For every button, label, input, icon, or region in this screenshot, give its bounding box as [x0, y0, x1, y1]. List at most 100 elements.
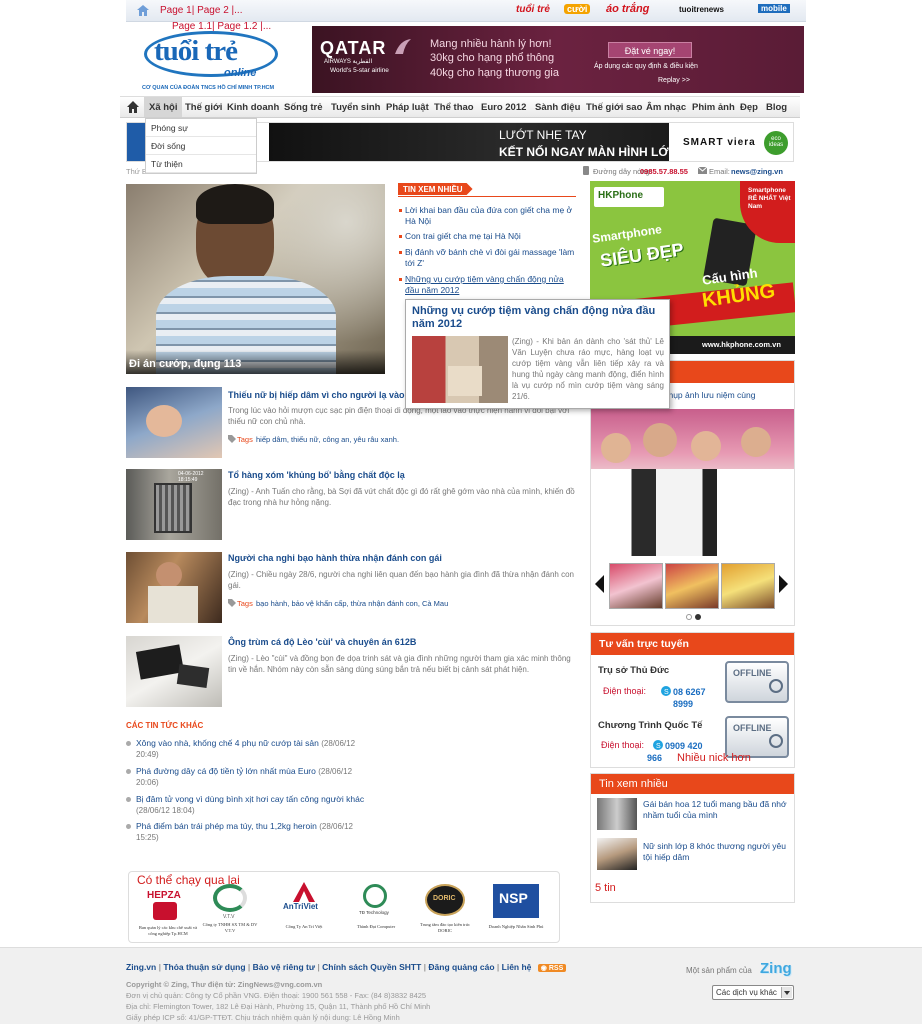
gallery-dot[interactable] — [686, 614, 692, 620]
most-read-item[interactable]: Con trai giết cha mẹ tại Hà Nội — [405, 231, 575, 242]
sponsor-caption: Doanh Nghiệp Nhân Sinh Phú — [488, 924, 544, 929]
gallery-thumb[interactable] — [609, 563, 663, 609]
page-links[interactable]: Page 1| Page 2 |... — [160, 5, 242, 16]
article-title[interactable]: Tổ hàng xóm 'khủng bố' bằng chất độc lạ — [228, 470, 578, 480]
footer-link-privacy[interactable]: Bảo vệ riêng tư — [253, 962, 315, 972]
article-summary: (Zing) - Anh Tuấn cho rằng, bà Sợi đã vứ… — [228, 487, 575, 507]
home-icon[interactable] — [126, 100, 140, 114]
other-news-item[interactable]: Phá đường dây cá độ tiền tỷ lớn nhất mùa… — [136, 766, 376, 788]
other-news-title[interactable]: Phá đường dây cá độ tiền tỷ lớn nhất mùa… — [136, 766, 316, 776]
footer-link-advertise[interactable]: Đăng quảng cáo — [428, 962, 494, 972]
article-thumb[interactable] — [126, 387, 222, 458]
gallery-thumb[interactable] — [665, 563, 719, 609]
gallery-prev-icon[interactable] — [595, 575, 604, 593]
headline-photo[interactable]: Đi án cướp, đụng 113 — [126, 184, 385, 374]
article-title[interactable]: Ông trùm cá độ Lèo 'cùi' và chuyên án 61… — [228, 637, 578, 647]
other-news-item[interactable]: Xông vào nhà, khống chế 4 phụ nữ cướp tà… — [136, 738, 376, 760]
nav-item-the-thao[interactable]: Thể thao — [434, 102, 474, 113]
nav-item-the-gioi[interactable]: Thế giới — [185, 102, 222, 113]
nav-item-phap-luat[interactable]: Pháp luật — [386, 102, 429, 113]
most-read-thumb[interactable] — [597, 838, 637, 870]
most-read-right-item[interactable]: Gái bán hoa 12 tuổi mang bầu đã nhớ nhầm… — [643, 799, 791, 821]
offline-status-badge[interactable]: OFFLINE — [725, 661, 789, 703]
gallery-thumb[interactable] — [721, 563, 775, 609]
office-1: Trụ sở Thủ Đức — [598, 665, 670, 676]
sponsor-logo[interactable]: AnTriViet Công Ty An Trí Việt — [275, 880, 333, 942]
sponsor-logo[interactable]: V.T.V Công ty TNHH SX TM & DV V.T.V — [201, 880, 259, 942]
gallery-dot[interactable] — [695, 614, 701, 620]
partner-logo[interactable]: cười — [564, 4, 591, 14]
tooltip-thumb — [412, 336, 508, 403]
nav-item-sanh-dieu[interactable]: Sành điệu — [535, 102, 580, 113]
partner-logo[interactable]: tuoitrenews — [679, 5, 724, 14]
sponsor-logo[interactable]: HEPZA Ban quản lý các khu chế xuất và cô… — [137, 888, 197, 942]
phone-1[interactable]: 08 6267 8999 — [673, 686, 721, 710]
zing-logo[interactable]: Zing — [760, 960, 792, 977]
dropdown-item-doi-song[interactable]: Đời sống — [146, 137, 256, 155]
nav-item-kinh-doanh[interactable]: Kinh doanh — [227, 102, 279, 113]
headline-caption[interactable]: Đi án cướp, đụng 113 — [129, 358, 241, 370]
most-read-thumb[interactable] — [597, 798, 637, 830]
partner-logo[interactable]: tuổi trẻ — [516, 4, 550, 15]
email-address[interactable]: news@zing.vn — [731, 167, 783, 176]
partner-logo[interactable]: áo trắng — [606, 3, 649, 15]
other-news-title[interactable]: Xông vào nhà, khống chế 4 phụ nữ cướp tà… — [136, 738, 319, 748]
services-select[interactable]: Các dịch vụ khác — [712, 985, 794, 1000]
article-title[interactable]: Người cha nghi bạo hành thừa nhận đánh c… — [228, 553, 578, 563]
dropdown-item-tu-thien[interactable]: Từ thiện — [146, 155, 256, 173]
partner-logo[interactable]: mobile — [758, 4, 790, 13]
qatar-ad[interactable]: QATAR AIRWAYS القطرية World's 5-star air… — [312, 26, 804, 93]
nav-item-xa-hoi[interactable]: Xã hội — [149, 102, 178, 113]
bullet-icon — [399, 278, 402, 281]
most-read-item[interactable]: Lời khai ban đầu của đứa con giết cha mẹ… — [405, 205, 575, 227]
footer-link-ip-policy[interactable]: Chính sách Quyền SHTT — [322, 962, 421, 972]
nav-item-blog[interactable]: Blog — [766, 102, 787, 113]
nav-item-euro-2012[interactable]: Euro 2012 — [481, 102, 526, 113]
nav-item-the-gioi-sao[interactable]: Thế giới sao — [586, 102, 642, 113]
nav-item-phim-anh[interactable]: Phim ảnh — [692, 102, 735, 113]
footer-link-zing[interactable]: Zing.vn — [126, 962, 156, 972]
nav-item-am-nhac[interactable]: Âm nhạc — [646, 102, 686, 113]
most-read-right-item[interactable]: Nữ sinh lớp 8 khóc thương người yêu tội … — [643, 841, 791, 863]
sponsor-logo[interactable]: TĐ Technology Thành Đạt Computer — [347, 880, 405, 942]
tags-list[interactable]: hiếp dâm, thiếu nữ, công an, yêu râu xan… — [256, 435, 399, 444]
ad-cta-button[interactable]: Đặt vé ngay! — [608, 42, 692, 58]
most-read-item[interactable]: Những vụ cướp tiệm vàng chấn động nửa đầ… — [405, 274, 575, 296]
article-thumb[interactable] — [126, 552, 222, 623]
ad-replay-link[interactable]: Replay >> — [658, 77, 690, 84]
gallery-main-photo[interactable] — [591, 409, 794, 556]
article-thumb[interactable]: 04-06-2012 18:15:49 — [126, 469, 222, 540]
sponsor-caption: Công ty TNHH SX TM & DV V.T.V — [202, 922, 258, 933]
nav-item-song-tre[interactable]: Sống trẻ — [284, 102, 323, 113]
ad-brand-sub: AIRWAYS القطرية — [324, 59, 373, 65]
other-news-item[interactable]: Phá điểm bán trái phép ma túy, thu 1,2kg… — [136, 821, 376, 843]
other-news-item[interactable]: Bị đâm tử vong vì dùng bình xịt hơi cay … — [136, 794, 376, 816]
footer-link-terms[interactable]: Thỏa thuận sử dụng — [163, 962, 245, 972]
bullet-icon — [126, 797, 131, 802]
rss-button[interactable]: ◉ RSS — [537, 964, 567, 972]
site-logo[interactable]: tuổi trẻ online CƠ QUAN CỦA ĐOÀN TNCS HỒ… — [140, 27, 308, 95]
sponsor-logo[interactable]: DORIC Trung tâm đào tạo kiến trúc DORIC — [413, 880, 477, 942]
hotline-number: 0985.57.88.55 — [640, 167, 688, 176]
other-news-title[interactable]: Phá điểm bán trái phép ma túy, thu 1,2kg… — [136, 821, 317, 831]
dropdown-item-phong-su[interactable]: Phóng sự — [146, 119, 256, 137]
offline-text: OFFLINE — [733, 668, 772, 678]
most-read-item[interactable]: Bị đánh vỡ bánh chè vì đòi gái massage '… — [405, 247, 575, 269]
banner-eco-badge: eco ideas — [764, 131, 788, 155]
nav-item-dep[interactable]: Đẹp — [740, 102, 758, 113]
email-icon — [698, 167, 707, 174]
other-news-title[interactable]: Bị đâm tử vong vì dùng bình xịt hơi cay … — [136, 794, 364, 804]
footer-link-contact[interactable]: Liên hệ — [502, 962, 532, 972]
article-summary: (Zing) - Chiều ngày 28/6, người cha nghi… — [228, 570, 574, 590]
tags-list[interactable]: bạo hành, bảo vệ khẩn cấp, thừa nhận đán… — [256, 599, 448, 608]
skype-icon[interactable]: S — [661, 686, 671, 696]
gallery-next-icon[interactable] — [779, 575, 788, 593]
hk-url[interactable]: www.hkphone.com.vn — [702, 340, 781, 349]
article-thumb[interactable] — [126, 636, 222, 707]
tooltip-text: (Zing) - Khi bản án dành cho 'sát thủ' L… — [512, 337, 664, 401]
nav-item-tuyen-sinh[interactable]: Tuyển sinh — [331, 102, 380, 113]
sponsor-logo[interactable]: NSP Doanh Nghiệp Nhân Sinh Phú — [485, 880, 547, 942]
home-icon[interactable] — [136, 4, 150, 17]
most-read-label: TIN XEM NHIỀU — [403, 185, 463, 194]
gallery-caption[interactable]: Ce chụp ảnh lưu niệm cùng — [651, 390, 791, 400]
